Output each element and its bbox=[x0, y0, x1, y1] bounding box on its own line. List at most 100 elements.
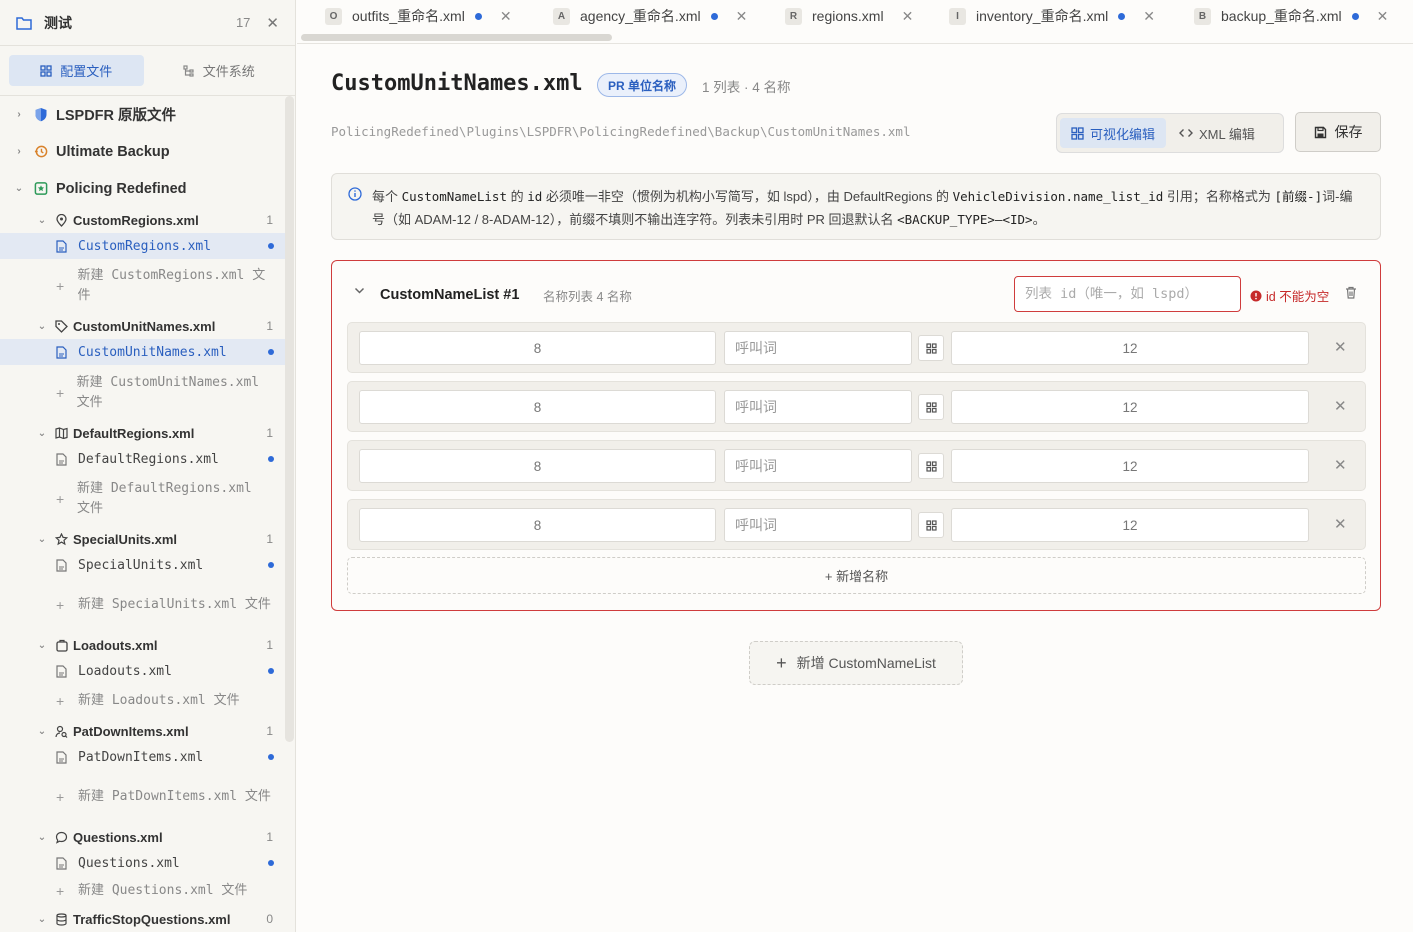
remove-row-icon[interactable]: ✕ bbox=[1334, 397, 1347, 415]
pick-word-button[interactable] bbox=[918, 335, 944, 361]
grid-icon bbox=[1071, 126, 1084, 140]
close-icon[interactable]: ✕ bbox=[266, 14, 279, 32]
workspace-header[interactable]: 测试 17 ✕ bbox=[0, 0, 295, 46]
plus-icon: + bbox=[56, 384, 65, 401]
code-icon bbox=[1179, 127, 1194, 139]
close-icon[interactable]: ✕ bbox=[902, 8, 914, 25]
close-icon[interactable]: ✕ bbox=[1377, 8, 1389, 25]
tree-doc-customunitnames[interactable]: CustomUnitNames.xml bbox=[0, 339, 285, 365]
modified-dot bbox=[1351, 12, 1359, 20]
editor-tabbar: O outfits_重命名.xml ✕ A agency_重命名.xml ✕ R… bbox=[297, 0, 1413, 44]
tree-doc-defaultregions[interactable]: DefaultRegions.xml bbox=[0, 446, 285, 472]
tree-doc-customregions[interactable]: CustomRegions.xml bbox=[0, 233, 285, 259]
number-input[interactable] bbox=[951, 390, 1309, 424]
tab-config-files[interactable]: 配置文件 bbox=[9, 55, 144, 86]
group-ultimate-backup[interactable]: › Ultimate Backup bbox=[0, 133, 285, 170]
tree-file-questions[interactable]: ⌄ Questions.xml 1 bbox=[0, 824, 285, 850]
save-icon bbox=[1314, 126, 1327, 139]
chevron-down-icon: ⌄ bbox=[37, 725, 47, 737]
id-error: id 不能为空 bbox=[1250, 286, 1329, 305]
tree-file-defaultregions[interactable]: ⌄ DefaultRegions.xml 1 bbox=[0, 420, 285, 446]
tabbar-scrollbar[interactable] bbox=[301, 34, 612, 41]
page-title: CustomUnitNames.xml bbox=[331, 71, 583, 96]
tree-file-trafficstopquestions[interactable]: ⌄ TrafficStopQuestions.xml 0 bbox=[0, 906, 285, 932]
chevron-down-icon[interactable] bbox=[354, 287, 365, 295]
tree-file-patdownitems[interactable]: ⌄ PatDownItems.xml 1 bbox=[0, 718, 285, 744]
card-subtitle: 名称列表 4 名称 bbox=[543, 290, 632, 304]
tab-agency[interactable]: A agency_重命名.xml ✕ bbox=[553, 0, 747, 32]
info-banner: 每个 CustomNameList 的 id 必须唯一非空（惯例为机构小写简写，… bbox=[331, 173, 1381, 240]
trash-icon[interactable] bbox=[1345, 286, 1357, 299]
pick-word-button[interactable] bbox=[918, 453, 944, 479]
number-input[interactable] bbox=[951, 331, 1309, 365]
group-policing-redefined[interactable]: ⌄ Policing Redefined bbox=[0, 170, 285, 207]
pick-word-button[interactable] bbox=[918, 394, 944, 420]
tree-doc-patdownitems[interactable]: PatDownItems.xml bbox=[0, 744, 285, 770]
tab-inventory[interactable]: I inventory_重命名.xml ✕ bbox=[949, 0, 1155, 32]
call-word-input[interactable] bbox=[724, 449, 912, 483]
tree-file-specialunits[interactable]: ⌄ SpecialUnits.xml 1 bbox=[0, 526, 285, 552]
remove-row-icon[interactable]: ✕ bbox=[1334, 338, 1347, 356]
call-word-input[interactable] bbox=[724, 508, 912, 542]
tree-new-questions[interactable]: + 新建 Questions.xml 文件 bbox=[0, 876, 285, 906]
save-button[interactable]: 保存 bbox=[1295, 112, 1381, 152]
tree-doc-specialunits[interactable]: SpecialUnits.xml bbox=[0, 552, 285, 578]
prefix-input[interactable] bbox=[359, 508, 716, 542]
call-word-input[interactable] bbox=[724, 331, 912, 365]
pick-word-button[interactable] bbox=[918, 512, 944, 538]
grid-icon bbox=[925, 460, 937, 472]
remove-row-icon[interactable]: ✕ bbox=[1334, 515, 1347, 533]
tree-new-specialunits[interactable]: + 新建 SpecialUnits.xml 文件 bbox=[0, 578, 285, 632]
briefcase-icon bbox=[55, 639, 68, 652]
file-icon bbox=[56, 452, 70, 466]
tree-new-customunitnames[interactable]: + 新建 CustomUnitNames.xml 文件 bbox=[0, 365, 285, 420]
close-icon[interactable]: ✕ bbox=[736, 8, 748, 25]
tab-regions[interactable]: R regions.xml ✕ bbox=[785, 0, 913, 32]
tree-new-customregions[interactable]: + 新建 CustomRegions.xml 文件 bbox=[0, 259, 285, 313]
tree-doc-loadouts[interactable]: Loadouts.xml bbox=[0, 658, 285, 684]
tree-new-loadouts[interactable]: + 新建 Loadouts.xml 文件 bbox=[0, 684, 285, 718]
group-lspdfr[interactable]: › LSPDFR 原版文件 bbox=[0, 96, 285, 133]
sidebar-scrollbar[interactable] bbox=[285, 96, 294, 742]
prefix-input[interactable] bbox=[359, 331, 716, 365]
add-custom-name-list-button[interactable]: + 新增 CustomNameList bbox=[749, 641, 963, 685]
plus-icon: + bbox=[776, 652, 787, 673]
mode-switch: 可视化编辑 XML 编辑 bbox=[1056, 113, 1284, 153]
badge-icon bbox=[34, 182, 48, 196]
tree-new-patdownitems[interactable]: + 新建 PatDownItems.xml 文件 bbox=[0, 770, 285, 824]
modified-dot bbox=[268, 860, 274, 866]
close-icon[interactable]: ✕ bbox=[500, 8, 512, 25]
tree-file-customregions[interactable]: ⌄ CustomRegions.xml 1 bbox=[0, 207, 285, 233]
chevron-down-icon: ⌄ bbox=[37, 831, 47, 843]
remove-row-icon[interactable]: ✕ bbox=[1334, 456, 1347, 474]
chevron-down-icon: ⌄ bbox=[37, 427, 47, 439]
editor-main: CustomUnitNames.xml PR 单位名称 1 列表 · 4 名称 … bbox=[297, 45, 1413, 932]
list-id-input[interactable] bbox=[1014, 276, 1241, 312]
close-icon[interactable]: ✕ bbox=[1143, 8, 1155, 25]
add-name-button[interactable]: + 新增名称 bbox=[347, 557, 1366, 594]
plus-icon: + bbox=[56, 693, 65, 709]
number-input[interactable] bbox=[951, 449, 1309, 483]
visual-edit-button[interactable]: 可视化编辑 bbox=[1060, 118, 1167, 148]
prefix-input[interactable] bbox=[359, 390, 716, 424]
call-word-input[interactable] bbox=[724, 390, 912, 424]
file-type-pill: PR 单位名称 bbox=[597, 73, 688, 97]
number-input[interactable] bbox=[951, 508, 1309, 542]
tab-backup[interactable]: B backup_重命名.xml ✕ bbox=[1194, 0, 1388, 32]
tab-outfits[interactable]: O outfits_重命名.xml ✕ bbox=[325, 0, 512, 32]
file-path: PolicingRedefined\Plugins\LSPDFR\Policin… bbox=[331, 124, 911, 139]
tree-file-customunitnames[interactable]: ⌄ CustomUnitNames.xml 1 bbox=[0, 313, 285, 339]
history-icon bbox=[34, 145, 48, 159]
tree-file-loadouts[interactable]: ⌄ Loadouts.xml 1 bbox=[0, 632, 285, 658]
prefix-input[interactable] bbox=[359, 449, 716, 483]
chevron-right-icon: › bbox=[17, 109, 21, 120]
tree-doc-questions[interactable]: Questions.xml bbox=[0, 850, 285, 876]
workspace-count: 17 bbox=[235, 15, 251, 30]
card-title: CustomNameList #1 bbox=[380, 287, 520, 303]
folder-icon bbox=[16, 16, 32, 30]
plus-icon: + bbox=[56, 278, 65, 294]
tree-new-defaultregions[interactable]: + 新建 DefaultRegions.xml 文件 bbox=[0, 472, 285, 526]
chevron-down-icon: ⌄ bbox=[37, 320, 47, 332]
xml-edit-button[interactable]: XML 编辑 bbox=[1168, 118, 1266, 148]
tab-file-system[interactable]: 文件系统 bbox=[152, 55, 287, 86]
